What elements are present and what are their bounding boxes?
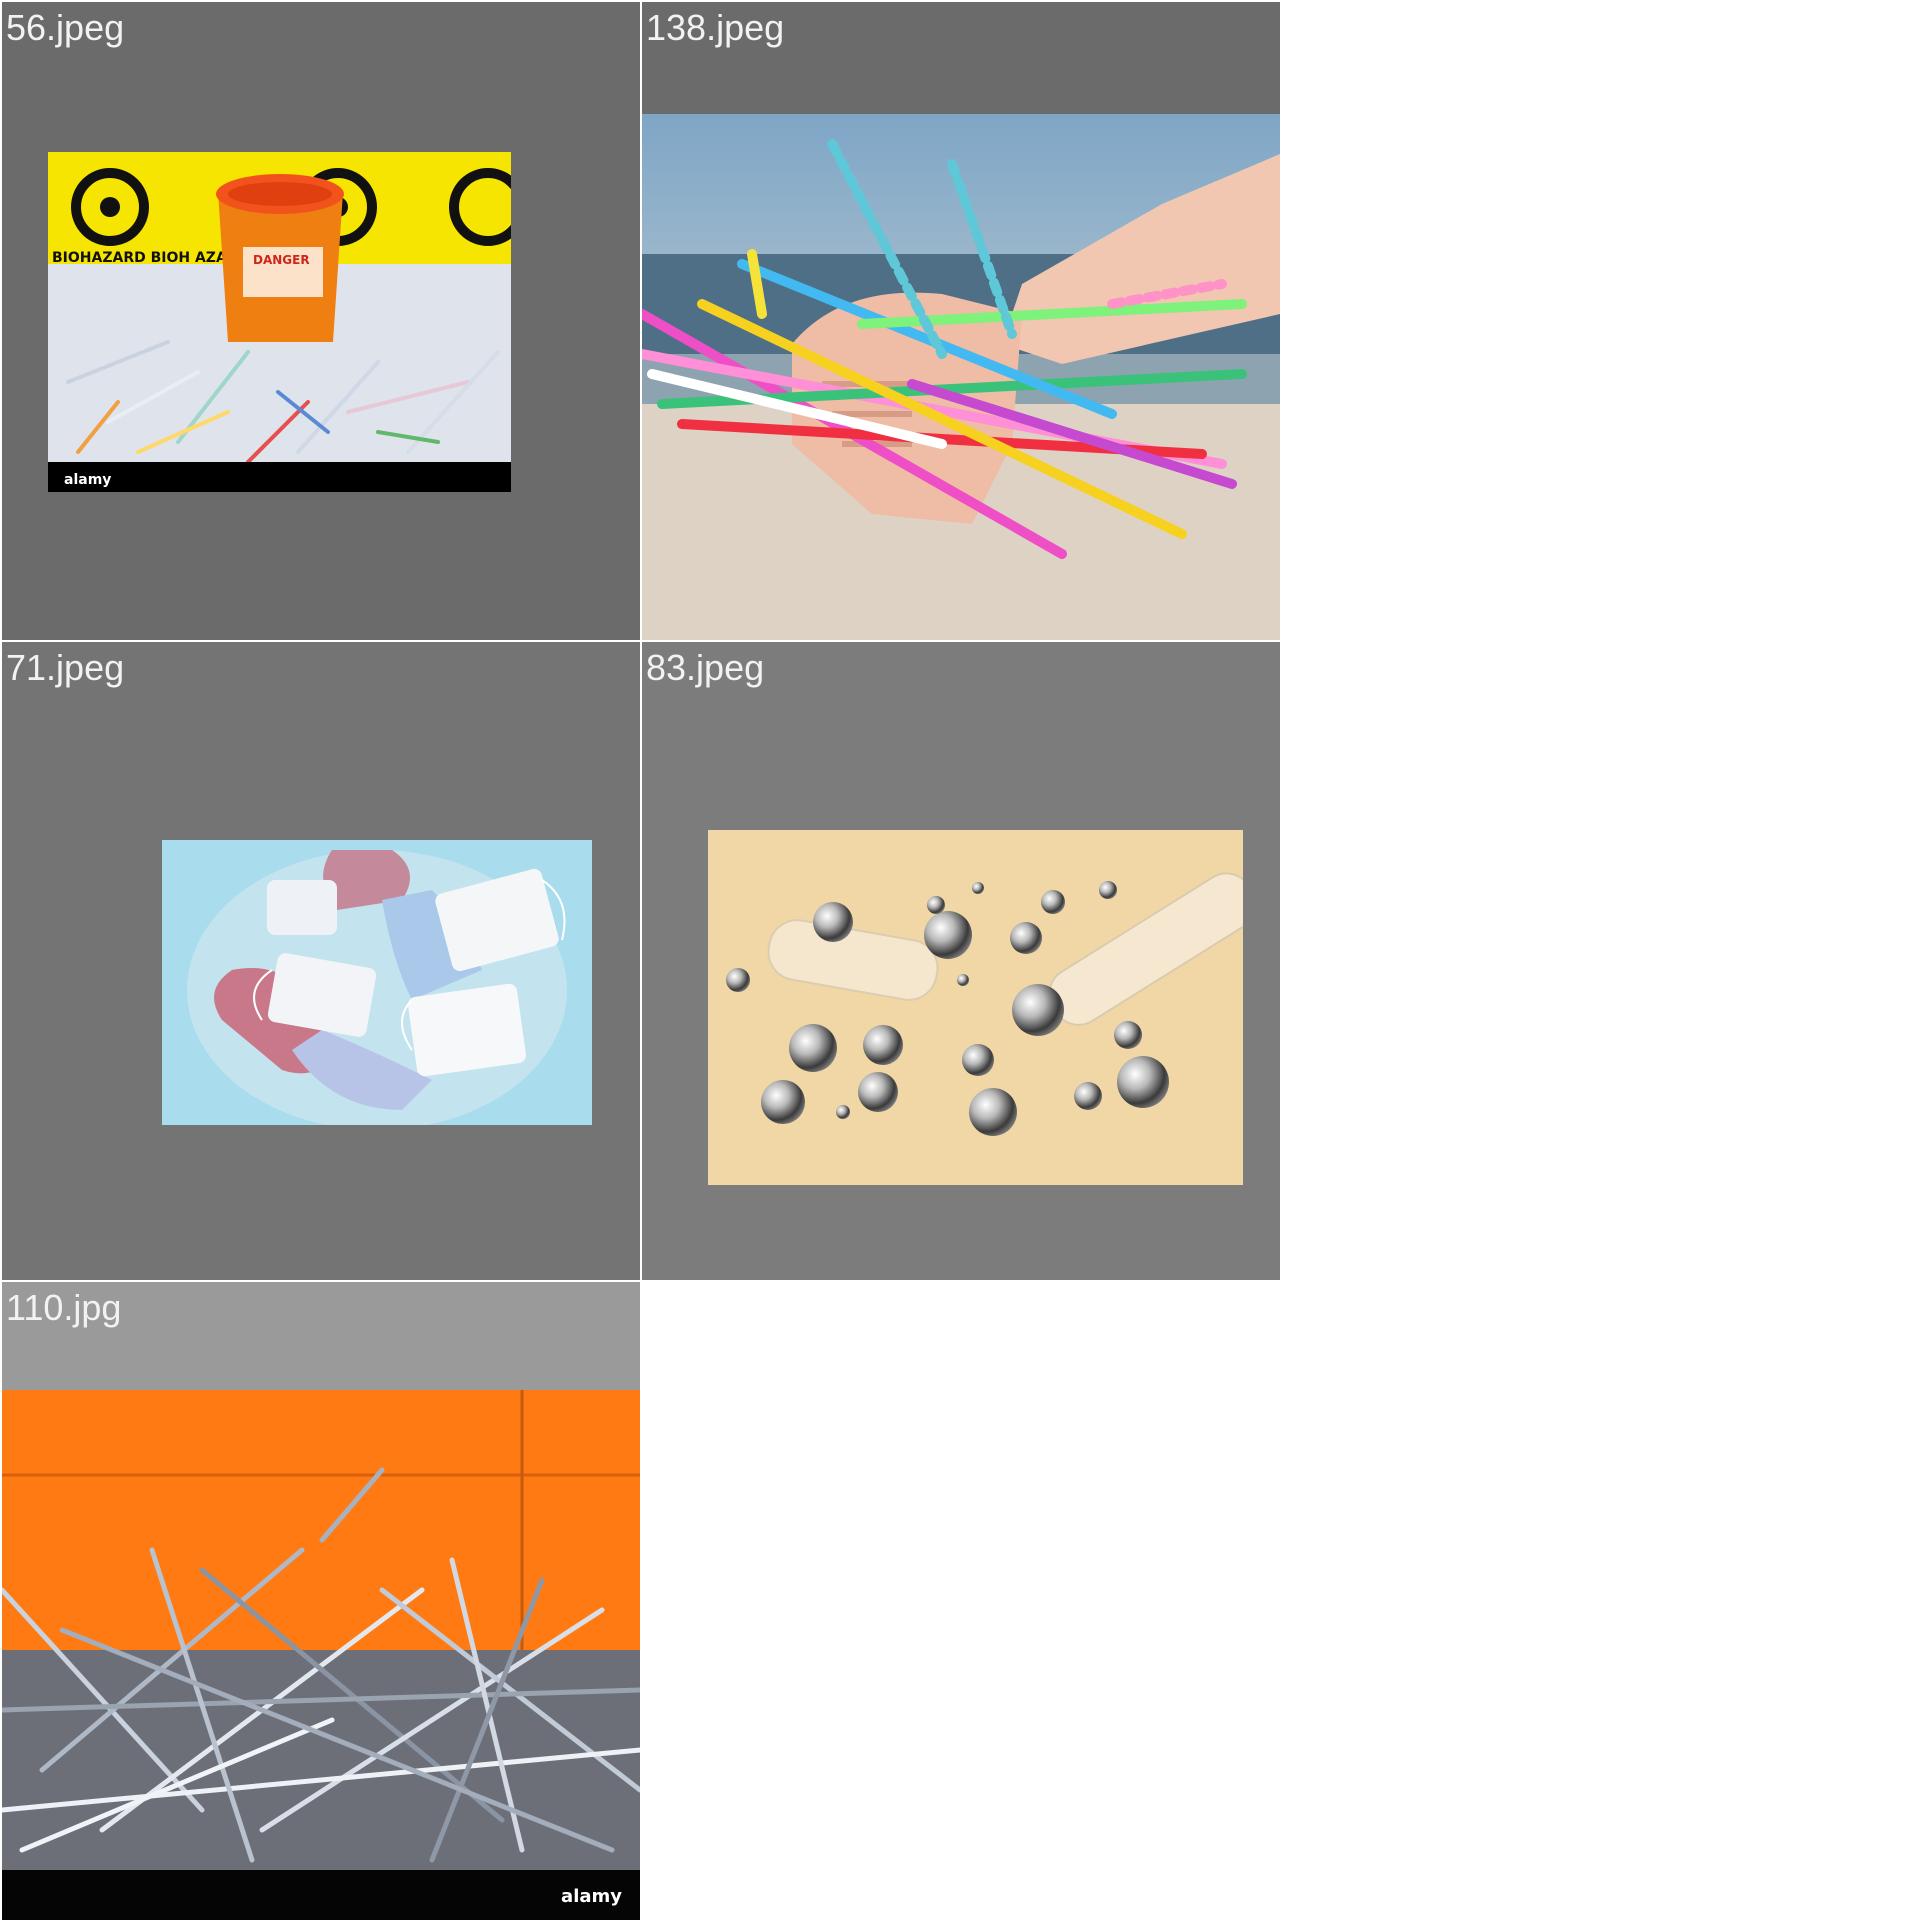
image-thumbnail[interactable]: BIOHAZARD BIOH AZARD BIOHAZ DANGER alamy [48,152,511,492]
image-tile[interactable]: 56.jpeg BIOHAZARD BIOH AZARD BIOHAZ DANG… [2,2,640,640]
image-filename-label: 138.jpeg [646,7,785,48]
image-thumbnail[interactable]: alamy [2,1390,640,1920]
image-tile[interactable]: 83.jpeg [642,642,1280,1280]
watermark-text: alamy [561,1886,622,1907]
image-filename-label: 56.jpeg [6,7,125,48]
image-thumbnail[interactable] [708,830,1243,1185]
image-tile[interactable]: 110.jpg alamy [2,1282,640,1920]
svg-text:DANGER: DANGER [253,253,310,267]
image-tile[interactable]: 71.jpeg [2,642,640,1280]
image-thumbnail[interactable] [162,840,592,1125]
image-filename-label: 110.jpg [6,1287,122,1328]
image-filename-label: 71.jpeg [6,647,125,688]
watermark-text: alamy [64,472,111,488]
image-filename-label: 83.jpeg [646,647,765,688]
image-tile[interactable]: 138.jpeg [642,2,1280,640]
image-grid: 56.jpeg BIOHAZARD BIOH AZARD BIOHAZ DANG… [0,0,1920,1920]
image-thumbnail[interactable] [642,114,1280,640]
